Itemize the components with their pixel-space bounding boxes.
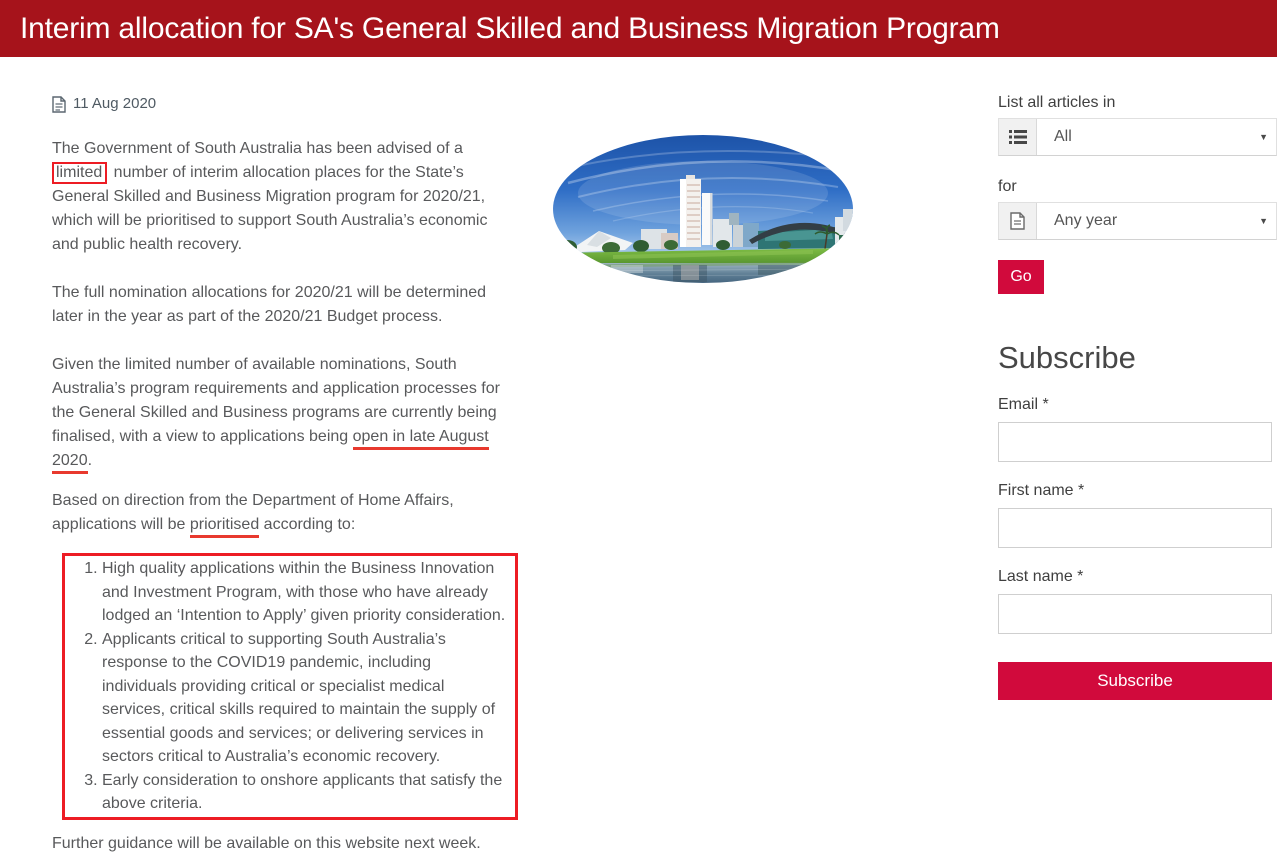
filter-category-label: List all articles in: [998, 94, 1277, 112]
paragraph-1-text: The Government of South Australia has be…: [52, 140, 463, 157]
paragraph-3-period: .: [88, 452, 92, 469]
paragraph-3: Given the limited number of available no…: [52, 353, 518, 473]
year-select[interactable]: Any year ▼: [998, 202, 1277, 240]
first-name-field[interactable]: [998, 508, 1272, 548]
article: 11 Aug 2020 The Government of South Aust…: [52, 94, 518, 856]
article-hero-image: [553, 135, 853, 283]
page-title: Interim allocation for SA's General Skil…: [0, 0, 1277, 57]
annotation-box-priority-list: High quality applications within the Bus…: [62, 553, 518, 820]
paragraph-2: The full nomination allocations for 2020…: [52, 281, 518, 329]
email-field[interactable]: [998, 422, 1272, 462]
chevron-down-icon: ▼: [1259, 132, 1268, 142]
paragraph-4: Based on direction from the Department o…: [52, 489, 518, 537]
filter-year-label: for: [998, 178, 1277, 196]
go-button[interactable]: Go: [998, 260, 1044, 294]
sidebar: List all articles in All ▼ for: [998, 94, 1277, 700]
chevron-down-icon: ▼: [1259, 216, 1268, 226]
page-icon: [999, 203, 1037, 239]
priority-list: High quality applications within the Bus…: [65, 557, 507, 816]
last-name-field[interactable]: [998, 594, 1272, 634]
article-date: 11 Aug 2020: [73, 94, 156, 114]
paragraph-4-text-cont: according to:: [259, 516, 355, 533]
subscribe-button[interactable]: Subscribe: [998, 662, 1272, 700]
category-select-value: All: [1037, 128, 1072, 146]
paragraph-1-text-cont: number of interim allocation places for …: [52, 164, 487, 253]
email-label: Email *: [998, 396, 1277, 414]
last-name-label: Last name *: [998, 568, 1277, 586]
page-header: Interim allocation for SA's General Skil…: [0, 0, 1277, 57]
article-date-row: 11 Aug 2020: [52, 94, 518, 114]
annotation-underline-prioritised: prioritised: [190, 516, 259, 538]
annotation-box-limited: limited: [52, 162, 107, 184]
list-icon: [999, 119, 1037, 155]
closing-paragraph: Further guidance will be available on th…: [52, 832, 518, 856]
priority-list-item-1: High quality applications within the Bus…: [102, 557, 507, 628]
first-name-label: First name *: [998, 482, 1277, 500]
adelaide-riverbank-photo: [553, 135, 853, 283]
page: Interim allocation for SA's General Skil…: [0, 0, 1277, 858]
year-select-value: Any year: [1037, 212, 1117, 230]
priority-list-item-2: Applicants critical to supporting South …: [102, 628, 507, 769]
paragraph-1: The Government of South Australia has be…: [52, 137, 518, 257]
priority-list-item-3: Early consideration to onshore applicant…: [102, 769, 507, 816]
subscribe-heading: Subscribe: [998, 340, 1277, 376]
category-select[interactable]: All ▼: [998, 118, 1277, 156]
document-icon: [52, 96, 66, 113]
